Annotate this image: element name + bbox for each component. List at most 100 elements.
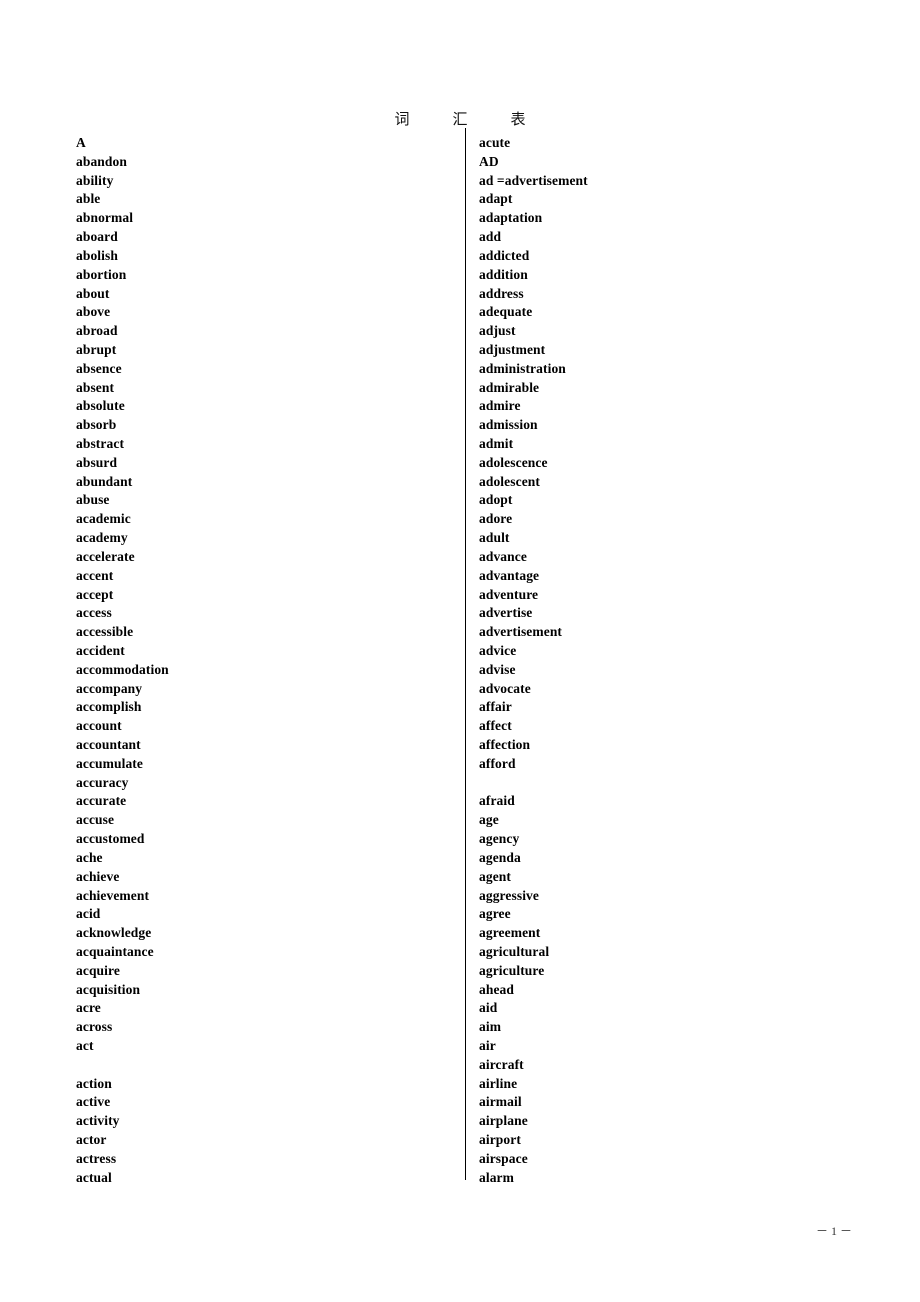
vocabulary-entry: achieve	[76, 868, 120, 884]
vocabulary-entry: agricultural	[479, 943, 550, 959]
vocabulary-entry: adult	[479, 530, 510, 546]
vocabulary-entry: advantage	[479, 567, 540, 583]
vocabulary-entry: accustomed	[76, 831, 145, 847]
vocabulary-entry: adapt	[479, 191, 513, 207]
vocabulary-entry: affect	[479, 718, 512, 734]
vocabulary-entry: accumulate	[76, 755, 143, 771]
vocabulary-entry: acquire	[76, 962, 120, 978]
vocabulary-entry: afford	[479, 755, 516, 771]
vocabulary-entry: accomplish	[76, 699, 142, 715]
vocabulary-entry: accuracy	[76, 774, 129, 790]
vocabulary-entry: aboard	[76, 229, 118, 245]
vocabulary-entry: academy	[76, 530, 128, 546]
vocabulary-entry: advertise	[479, 605, 533, 621]
vocabulary-entry: adjust	[479, 323, 516, 339]
vocabulary-entry: accommodation	[76, 661, 169, 677]
vocabulary-entry: add	[479, 229, 502, 245]
vocabulary-entry: abandon	[76, 153, 127, 169]
vocabulary-entry: advertisement	[479, 624, 563, 640]
vocabulary-entry: abroad	[76, 323, 118, 339]
vocabulary-entry: aggressive	[479, 887, 539, 903]
vocabulary-entry: act	[76, 1038, 94, 1053]
vocabulary-entry: ad =advertisement	[479, 172, 588, 188]
vocabulary-entry: admit	[479, 436, 514, 451]
vocabulary-entry: airplane	[479, 1113, 528, 1129]
vocabulary-entry: affection	[479, 737, 531, 752]
vocabulary-entry: able	[76, 191, 101, 207]
document-page: 词 汇 表 Aabandon ability able abnormal aboard a…	[0, 0, 920, 1302]
vocabulary-entry: adore	[479, 511, 513, 527]
vocabulary-entry: absolute	[76, 398, 125, 414]
vocabulary-entry: advise	[479, 661, 516, 677]
page-number: － 1 －	[815, 1224, 852, 1238]
vocabulary-entry: abundant	[76, 473, 133, 489]
vocabulary-entry: acid	[76, 906, 101, 922]
vocabulary-entry: accept	[76, 586, 114, 602]
vocabulary-entry: absence	[76, 360, 122, 376]
vocabulary-entry: actual	[76, 1169, 112, 1185]
vocabulary-entry: active	[76, 1094, 111, 1110]
vocabulary-spacer	[479, 774, 849, 793]
vocabulary-columns: Aabandon ability able abnormal aboard abolish…	[0, 134, 920, 1185]
vocabulary-entry: adolescence	[479, 454, 548, 470]
vocabulary-entry: adolescent	[479, 473, 540, 489]
vocabulary-entry: adventure	[479, 586, 539, 602]
vocabulary-entry: air	[479, 1038, 496, 1053]
vocabulary-entry: agreement	[479, 925, 541, 941]
vocabulary-entry: airport	[479, 1132, 521, 1148]
vocabulary-entry: absorb	[76, 417, 117, 433]
vocabulary-entry: adaptation	[479, 210, 543, 226]
vocabulary-entry: abolish	[76, 247, 118, 263]
vocabulary-entry: addicted	[479, 247, 530, 263]
vocabulary-entry: admire	[479, 398, 521, 414]
vocabulary-entry: achievement	[76, 887, 150, 903]
vocabulary-entry: abrupt	[76, 341, 117, 357]
vocabulary-entry: academic	[76, 511, 131, 527]
vocabulary-entry: advice	[479, 642, 517, 658]
vocabulary-entry: absurd	[76, 454, 118, 470]
vocabulary-entry: acknowledge	[76, 925, 152, 941]
vocabulary-entry: airline	[479, 1075, 518, 1091]
vocabulary-entry: agency	[479, 831, 520, 847]
vocabulary-entry: age	[479, 812, 499, 828]
vocabulary-entry: abuse	[76, 492, 110, 508]
vocabulary-entry: aim	[479, 1019, 502, 1035]
vocabulary-entry: across	[76, 1019, 113, 1035]
vocabulary-entry: agriculture	[479, 962, 545, 978]
vocabulary-entry: account	[76, 718, 122, 734]
vocabulary-entry: admirable	[479, 379, 540, 395]
vocabulary-entry: advance	[479, 548, 527, 564]
vocabulary-entry: accountant	[76, 737, 141, 752]
vocabulary-entry: about	[76, 285, 110, 301]
vocabulary-entry: acute	[479, 135, 511, 150]
vocabulary-entry: addition	[479, 266, 528, 282]
vocabulary-entry: action	[76, 1075, 112, 1091]
vocabulary-entry: adequate	[479, 304, 533, 320]
vocabulary-spacer	[76, 1056, 446, 1075]
vocabulary-entry: agree	[479, 906, 511, 922]
vocabulary-entry: ability	[76, 172, 114, 188]
vocabulary-entry: administration	[479, 360, 566, 376]
vocabulary-entry: accompany	[76, 680, 143, 696]
vocabulary-entry: accelerate	[76, 548, 135, 564]
vocabulary-entry: alarm	[479, 1169, 514, 1185]
vocabulary-entry: agent	[479, 868, 511, 884]
vocabulary-entry: accuse	[76, 812, 115, 828]
vocabulary-entry: adjustment	[479, 341, 546, 357]
vocabulary-entry: activity	[76, 1113, 120, 1129]
vocabulary-entry: accent	[76, 567, 114, 583]
vocabulary-entry: afraid	[479, 793, 515, 809]
vocabulary-entry: abnormal	[76, 210, 134, 226]
vocabulary-entry: accurate	[76, 793, 127, 809]
vocabulary-entry: absent	[76, 379, 115, 395]
vocabulary-entry: above	[76, 304, 111, 320]
vocabulary-entry: ache	[76, 849, 103, 865]
vocabulary-entry: aircraft	[479, 1056, 524, 1072]
vocabulary-entry: actress	[76, 1150, 117, 1166]
vocabulary-entry: affair	[479, 699, 512, 715]
vocabulary-entry: AD	[479, 153, 499, 169]
vocabulary-entry: abstract	[76, 436, 125, 451]
vocabulary-column-left: Aabandon ability able abnormal aboard abolish…	[76, 134, 446, 1188]
vocabulary-entry: ahead	[479, 981, 515, 997]
vocabulary-entry: admission	[479, 417, 538, 433]
